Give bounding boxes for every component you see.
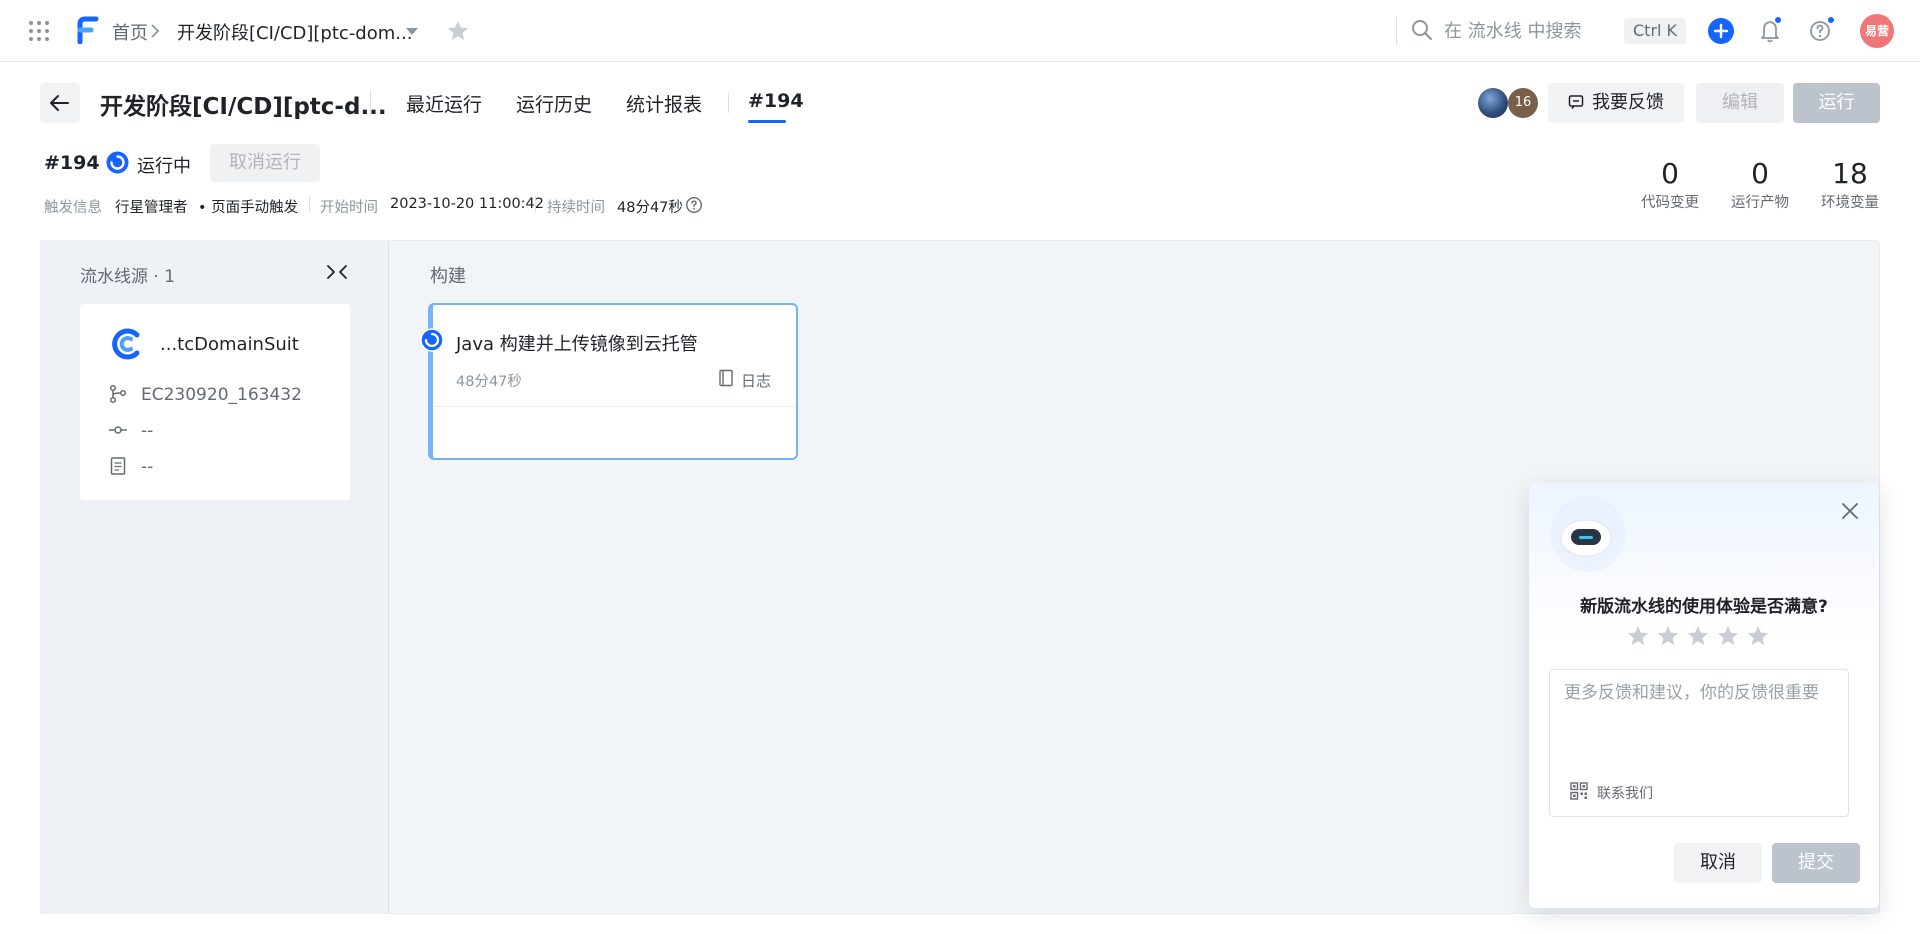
commit-id: -- [141,421,154,441]
notification-bell-icon[interactable] [1758,16,1784,45]
start-time-value: 2023-10-20 11:00:42 [390,196,544,212]
stat-label: 环境变量 [1821,195,1879,211]
repository-logo-icon [110,326,142,362]
search-icon [1411,19,1433,41]
caret-down-icon[interactable] [403,22,421,40]
log-book-icon[interactable] [718,369,734,387]
product-logo-icon[interactable] [76,16,100,44]
page-title: 开发阶段[CI/CD][ptc-d... [100,94,387,120]
duration-label: 持续时间 [547,200,605,216]
create-plus-icon[interactable] [1708,18,1734,44]
meta-divider [309,196,310,212]
branch-icon [108,384,128,404]
back-button[interactable] [40,83,80,123]
app-grid-icon[interactable] [28,20,50,42]
stat-label: 运行产物 [1731,195,1789,211]
pipeline-search-input[interactable] [1444,16,1614,46]
star-favorite-icon[interactable] [446,19,470,43]
repository-name: ...tcDomainSuit [160,334,299,355]
star-rating[interactable] [1626,624,1786,648]
rating-star-icon[interactable] [1746,624,1770,648]
rating-star-icon[interactable] [1686,624,1710,648]
pipeline-source-title: 流水线源 · 1 [80,267,176,287]
commit-message-icon [108,456,128,476]
question-circle-icon[interactable] [685,196,703,214]
stat-label: 代码变更 [1641,195,1699,211]
search-shortcut-hint: Ctrl K [1624,18,1687,44]
feedback-button-label: 我要反馈 [1592,92,1664,113]
breadcrumb-home[interactable]: 首页 [112,19,148,45]
feedback-textarea[interactable] [1550,670,1848,770]
breadcrumb-chevron-right-icon [148,22,162,40]
commit-icon [108,420,128,440]
feedback-button[interactable]: 我要反馈 [1548,83,1684,123]
rating-star-icon[interactable] [1626,624,1650,648]
title-divider [370,90,371,116]
qr-code-icon[interactable] [1570,782,1588,800]
member-count-badge[interactable]: 16 [1508,88,1538,118]
close-icon[interactable] [1840,501,1860,521]
robot-assistant-icon [1548,494,1628,574]
tab-run-194[interactable]: #194 [748,90,804,112]
branch-name: EC230920_163432 [141,385,302,405]
edit-button[interactable]: 编辑 [1696,83,1784,123]
job-log-link[interactable]: 日志 [741,370,771,391]
breadcrumb-current-pipeline[interactable]: 开发阶段[CI/CD][ptc-dom... [177,19,412,45]
stat-artifacts[interactable]: 0 运行产物 [1720,157,1800,212]
job-name[interactable]: Java 构建并上传镜像到云托管 [456,330,698,356]
message-icon [1568,94,1584,110]
rating-star-icon[interactable] [1716,624,1740,648]
duration-value: 48分47秒 [617,200,683,216]
rating-star-icon[interactable] [1656,624,1680,648]
stat-env-variables[interactable]: 18 环境变量 [1810,157,1890,212]
cancel-run-button[interactable]: 取消运行 [210,144,320,182]
start-time-label: 开始时间 [320,200,378,216]
stage-title: 构建 [430,266,466,287]
commit-message: -- [141,457,154,477]
tab-statistics[interactable]: 统计报表 [626,90,702,117]
run-button[interactable]: 运行 [1793,83,1880,123]
popup-cancel-button[interactable]: 取消 [1674,843,1762,883]
tab-recent-runs[interactable]: 最近运行 [406,90,482,117]
stat-value: 18 [1832,157,1868,190]
trigger-type: • 页面手动触发 [198,200,299,216]
job-card-divider [434,406,796,407]
contact-us-link[interactable]: 联系我们 [1597,783,1653,803]
help-question-icon[interactable] [1808,16,1836,45]
stat-value: 0 [1751,157,1769,190]
help-dot [1827,16,1835,24]
popup-submit-button[interactable]: 提交 [1772,843,1860,883]
running-spinner-icon [106,151,129,174]
collapse-icon[interactable] [324,262,350,282]
topbar-divider [1396,17,1397,45]
stat-code-changes[interactable]: 0 代码变更 [1630,157,1710,212]
stat-value: 0 [1661,157,1679,190]
tab-divider [728,93,729,113]
run-status-text: 运行中 [137,156,191,177]
job-duration: 48分47秒 [456,374,522,390]
trigger-user: 行星管理者 [115,200,188,216]
meta-divider [535,196,536,212]
user-avatar[interactable]: 易营 [1860,14,1894,48]
feedback-question: 新版流水线的使用体验是否满意? [1580,597,1828,617]
member-avatar[interactable] [1478,88,1508,118]
notification-dot [1774,16,1782,24]
active-tab-indicator [748,120,786,123]
top-navigation-bar: 首页 开发阶段[CI/CD][ptc-dom... Ctrl K 易营 [0,0,1920,62]
run-number: #194 [44,152,100,174]
tab-run-history[interactable]: 运行历史 [516,90,592,117]
running-spinner-icon [420,328,444,352]
trigger-label: 触发信息 [44,200,102,216]
